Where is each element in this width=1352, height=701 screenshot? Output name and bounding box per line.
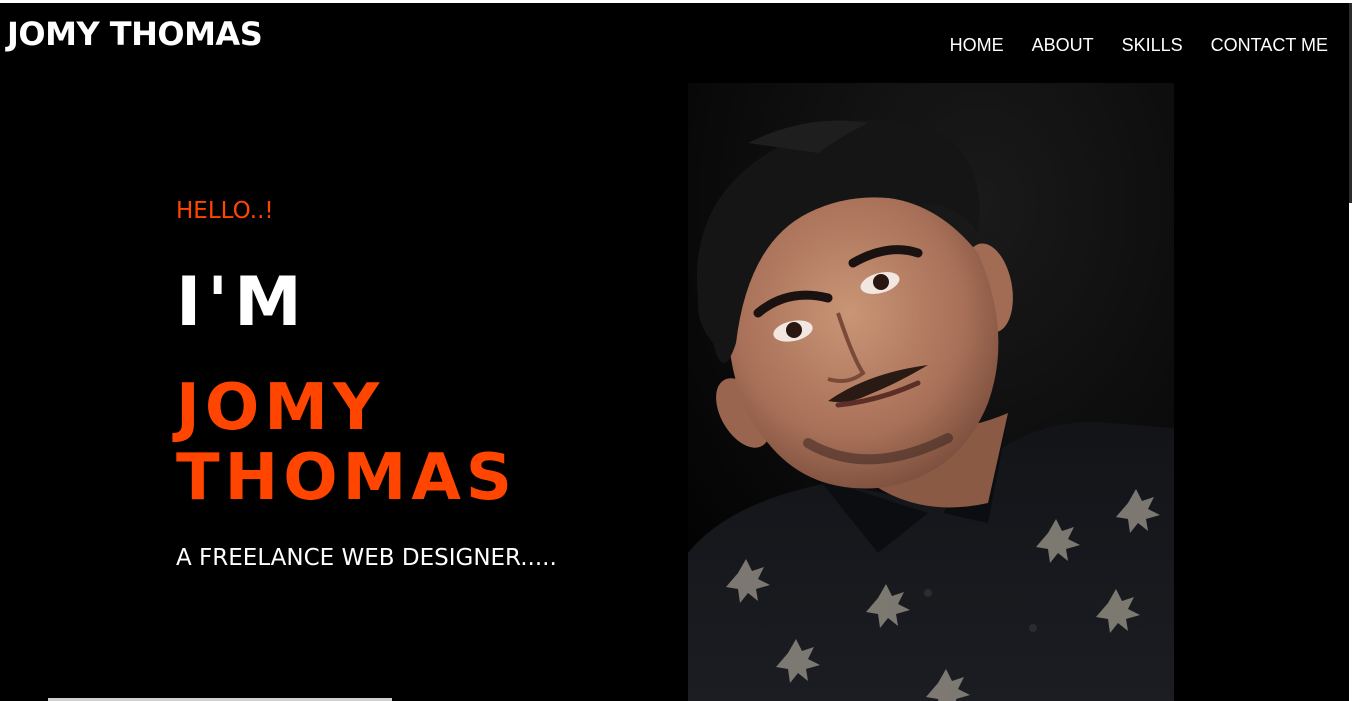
hero-intro: I'M: [176, 263, 308, 342]
hero-greeting: HELLO..!: [176, 198, 274, 224]
main-nav: HOME ABOUT SKILLS CONTACT ME: [950, 33, 1328, 57]
site-logo-title[interactable]: JOMY THOMAS: [7, 14, 263, 54]
profile-photo-illustration: [688, 83, 1174, 701]
hero-name: JOMY THOMAS: [176, 371, 517, 515]
nav-home-link[interactable]: HOME: [950, 33, 1004, 57]
nav-about-link[interactable]: ABOUT: [1032, 33, 1094, 57]
hero-tagline: A FREELANCE WEB DESIGNER.....: [176, 545, 557, 571]
nav-contact-link[interactable]: CONTACT ME: [1211, 33, 1328, 57]
profile-photo: [688, 83, 1174, 701]
page-background: JOMY THOMAS HOME ABOUT SKILLS CONTACT ME…: [0, 3, 1349, 701]
nav-skills-link[interactable]: SKILLS: [1122, 33, 1183, 57]
